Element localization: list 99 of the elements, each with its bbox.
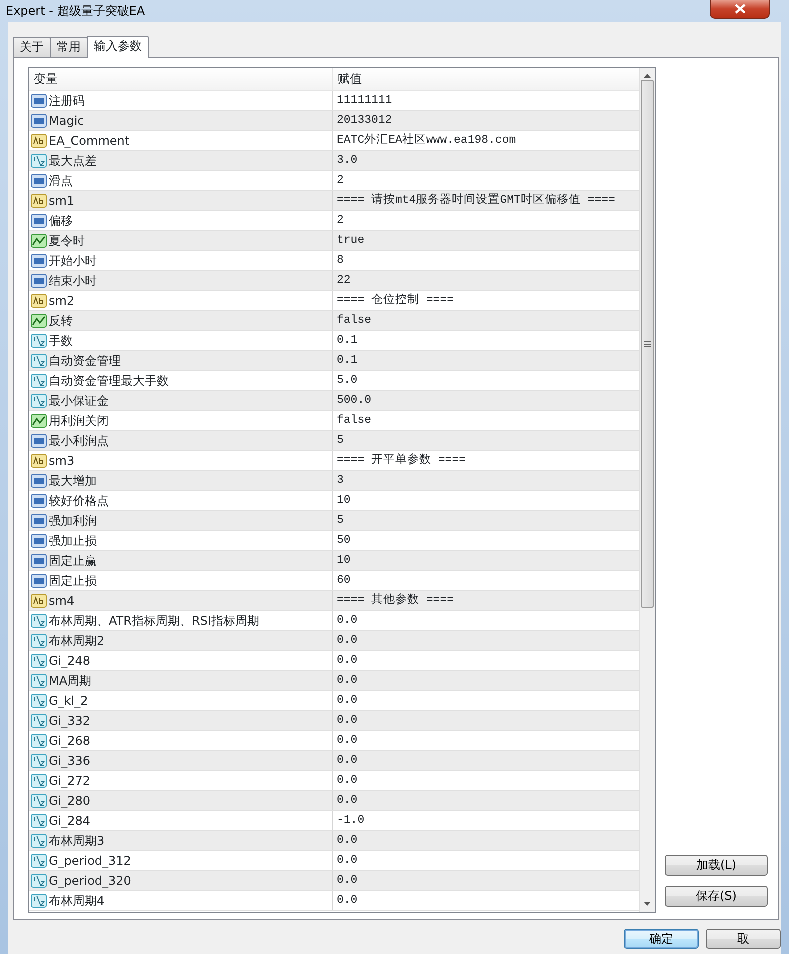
table-cell-text: Magic — [49, 112, 84, 130]
table-cell-text: 布林周期2 — [49, 632, 105, 650]
table-cell[interactable]: 0.0 — [333, 611, 358, 630]
table-cell[interactable]: EATC外汇EA社区www.ea198.com — [333, 131, 516, 150]
table-cell[interactable]: 5 — [333, 511, 344, 530]
table-cell[interactable]: 2 — [333, 211, 344, 230]
table-cell[interactable]: false — [333, 311, 372, 330]
table-cell[interactable]: 0.0 — [333, 871, 358, 890]
table-cell[interactable]: 22 — [333, 271, 351, 290]
table-cell-text: EA_Comment — [49, 132, 130, 150]
tab[interactable]: 输入参数 — [87, 36, 149, 58]
table-cell[interactable]: 0.0 — [333, 671, 358, 690]
table-cell-text: Gi_332 — [49, 712, 91, 730]
table-cell[interactable]: ==== 请按mt4服务器时间设置GMT时区偏移值 ==== — [333, 191, 616, 210]
table-cell[interactable]: 0.1 — [333, 331, 358, 350]
table-cell[interactable]: 0.0 — [333, 751, 358, 770]
table-cell[interactable]: 5 — [333, 431, 344, 450]
table-cell-text: 结束小时 — [49, 272, 97, 290]
table-cell-text: G_period_312 — [49, 852, 132, 870]
scroll-up-icon[interactable] — [644, 74, 651, 78]
table-cell[interactable]: 0.0 — [333, 891, 358, 910]
table-cell-text: sm3 — [49, 452, 75, 470]
table-cell[interactable]: 20133012 — [333, 111, 392, 130]
table-cell[interactable]: 5.0 — [333, 371, 358, 390]
table-cell-text: Gi_268 — [49, 732, 91, 750]
table-cell-text: 布林周期4 — [49, 892, 105, 910]
table-cell[interactable]: 0.0 — [333, 791, 358, 810]
dialog-button[interactable]: 取 — [706, 929, 781, 949]
table-cell-text: 布林周期3 — [49, 832, 105, 850]
table-cell-text: 强加止损 — [49, 532, 97, 550]
dialog-button[interactable]: 确定 — [624, 929, 699, 949]
table-cell-text: 固定止赢 — [49, 552, 97, 570]
table-cell[interactable]: 0.0 — [333, 711, 358, 730]
table-cell[interactable]: 8 — [333, 251, 344, 270]
scroll-down-icon[interactable] — [644, 902, 651, 906]
table-cell[interactable]: 0.1 — [333, 351, 358, 370]
table-cell-text: 手数 — [49, 332, 73, 350]
table-cell-text: sm1 — [49, 192, 75, 210]
scrollbar[interactable] — [639, 68, 655, 912]
table-cell[interactable]: 0.0 — [333, 771, 358, 790]
table-cell-text: 固定止损 — [49, 572, 97, 590]
table-cell-text: Gi_336 — [49, 752, 91, 770]
side-button[interactable]: 加载(L) — [665, 855, 768, 876]
table-cell[interactable]: ==== 开平单参数 ==== — [333, 451, 466, 470]
table-cell-text: sm2 — [49, 292, 75, 310]
table-cell-text: 夏令时 — [49, 232, 85, 250]
table-cell-text: sm4 — [49, 592, 75, 610]
table-cell[interactable]: ==== 其他参数 ==== — [333, 591, 454, 610]
table-cell[interactable]: 60 — [333, 571, 351, 590]
close-icon — [734, 4, 746, 14]
table-cell-text: 用利润关闭 — [49, 412, 109, 430]
table-cell-text: 最大点差 — [49, 152, 97, 170]
close-button[interactable] — [710, 0, 770, 19]
table-cell-text: 最小利润点 — [49, 432, 109, 450]
table-cell-text: MA周期 — [49, 672, 92, 690]
table-cell[interactable]: 0.0 — [333, 731, 358, 750]
table-cell[interactable]: ==== 仓位控制 ==== — [333, 291, 454, 310]
table-cell[interactable]: -1.0 — [333, 811, 365, 830]
table-cell-text: 反转 — [49, 312, 73, 330]
table-cell[interactable]: 0.0 — [333, 651, 358, 670]
table-cell-text: Gi_280 — [49, 792, 91, 810]
table-cell-text: 最大增加 — [49, 472, 97, 490]
table-cell-text: 滑点 — [49, 172, 73, 190]
table-cell-text: 布林周期、ATR指标周期、RSI指标周期 — [49, 612, 260, 630]
window-title: Expert - 超级量子突破EA — [6, 3, 146, 20]
table-cell[interactable]: 0.0 — [333, 691, 358, 710]
table-cell-text: 注册码 — [49, 92, 85, 110]
grip-icon — [644, 340, 651, 348]
table-cell[interactable]: true — [333, 231, 365, 250]
table-cell-text: G_kl_2 — [49, 692, 88, 710]
table-cell-text: Gi_272 — [49, 772, 91, 790]
table-cell-text: 偏移 — [49, 212, 73, 230]
table-cell-text: 较好价格点 — [49, 492, 109, 510]
table-cell-text: 强加利润 — [49, 512, 97, 530]
table-cell[interactable]: 0.0 — [333, 631, 358, 650]
table-cell-text: 自动资金管理最大手数 — [49, 372, 169, 390]
scroll-thumb[interactable] — [641, 80, 654, 608]
column-header[interactable]: 赋值 — [333, 68, 362, 90]
table-cell[interactable]: 50 — [333, 531, 351, 550]
table-cell[interactable]: false — [333, 411, 372, 430]
table-cell[interactable]: 500.0 — [333, 391, 372, 410]
table-cell[interactable]: 0.0 — [333, 831, 358, 850]
table-cell-text: 最小保证金 — [49, 392, 109, 410]
table-cell[interactable]: 2 — [333, 171, 344, 190]
side-button[interactable]: 保存(S) — [665, 886, 768, 907]
table-cell-text: 自动资金管理 — [49, 352, 121, 370]
table-cell[interactable]: 0.0 — [333, 851, 358, 870]
tab[interactable]: 常用 — [50, 37, 88, 57]
table-cell[interactable]: 3 — [333, 471, 344, 490]
table-cell[interactable]: 3.0 — [333, 151, 358, 170]
table-cell[interactable]: 10 — [333, 491, 351, 510]
table-cell-text: Gi_284 — [49, 812, 91, 830]
column-header[interactable]: 变量 — [29, 68, 333, 90]
table-cell-text: G_period_320 — [49, 872, 132, 890]
table-cell[interactable]: 11111111 — [333, 91, 392, 110]
table-cell[interactable]: 10 — [333, 551, 351, 570]
tab[interactable]: 关于 — [13, 37, 51, 57]
table-cell-text: Gi_248 — [49, 652, 91, 670]
table-cell-text: 开始小时 — [49, 252, 97, 270]
